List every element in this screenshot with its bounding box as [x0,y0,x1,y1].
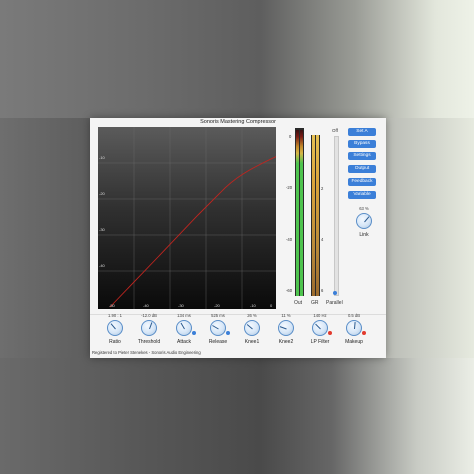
makeup-led [362,331,366,335]
lp-filter-value: 140 Hz [313,313,327,318]
threshold-label: Threshold [137,339,161,345]
feedback-button[interactable]: Feedback [348,178,376,186]
lp-filter-knob[interactable] [312,320,328,336]
attack-knob[interactable] [176,320,192,336]
release-led [226,331,230,335]
parallel-slider-track[interactable] [334,136,339,296]
ratio-knob[interactable] [107,320,123,336]
compressor-window: Sonoris Mastering Compressor -10 -20 -30… [90,118,386,358]
out-scale-40: -40 [286,237,293,242]
out-scale-0: 0 [289,134,292,139]
y-label-20: -20 [99,191,105,196]
knee2-label: Knee2 [278,339,294,345]
knee1-label: Knee1 [244,339,260,345]
out-scale-60: -60 [286,288,293,293]
makeup-label: Makeup [345,339,363,345]
knee2-value: 11 % [281,313,291,318]
parallel-label: Parallel [326,300,343,306]
gr-scale-4: 4 [321,237,324,242]
attack-led [192,331,196,335]
transfer-curve-graph: -10 -20 -30 -40 -50 -40 -30 -20 -10 0 [98,127,276,309]
x-label-40: -40 [143,303,149,308]
window-title: Sonoris Mastering Compressor [200,119,276,125]
transfer-curve [109,156,276,308]
bypass-button[interactable]: Bypass [348,140,376,148]
set-a-button[interactable]: Set A [348,128,376,136]
knee1-knob[interactable] [244,320,260,336]
out-meter-right [300,130,303,296]
release-label: Release [208,339,228,345]
gr-scale-6: 6 [321,288,324,293]
x-label-0: 0 [270,303,273,308]
link-value: 63 % [359,206,369,211]
gr-meter-left [312,135,315,296]
release-knob[interactable] [210,320,226,336]
attack-value: 134 ms [177,313,191,318]
ratio-label: Ratio [109,339,121,345]
registration-footer: Registered to Pieter Stenekes - Sonoris … [92,350,201,355]
makeup-knob[interactable] [346,320,362,336]
knee2-knob[interactable] [278,320,294,336]
link-knob-pointer [364,216,370,223]
x-label-30: -30 [178,303,184,308]
makeup-value: 0.5 dB [347,313,361,318]
transfer-curve-svg [98,127,276,309]
out-meter [295,128,304,296]
lp-filter-led [328,331,332,335]
gr-meter [311,135,320,296]
y-label-30: -30 [99,227,105,232]
attack-label: Attack [177,339,191,345]
off-label: Off [332,128,338,133]
gr-scale-2: 2 [321,186,324,191]
x-label-50: -50 [109,303,115,308]
out-scale-20: -20 [286,185,293,190]
output-button[interactable]: Output [348,165,376,173]
x-label-20: -20 [214,303,220,308]
release-value: 525 ms [211,313,225,318]
threshold-knob[interactable] [141,320,157,336]
settings-button[interactable]: Settings [348,152,376,160]
knee1-value: 26 % [247,313,257,318]
ratio-value: 1.90 : 1 [108,313,122,318]
x-label-10: -10 [250,303,256,308]
link-label: Link [359,232,369,238]
threshold-value: -12.0 dB [141,313,157,318]
lp-filter-label: LP Filter [310,339,330,345]
link-knob[interactable] [356,213,372,229]
out-meter-left [296,130,299,296]
out-label: Out [294,300,303,306]
y-label-10: -10 [99,155,105,160]
y-label-40: -40 [99,263,105,268]
variable-button[interactable]: Variable [348,191,376,199]
parallel-slider-handle[interactable] [333,291,337,295]
gr-label: GR [311,300,319,306]
gr-meter-right [316,135,319,296]
